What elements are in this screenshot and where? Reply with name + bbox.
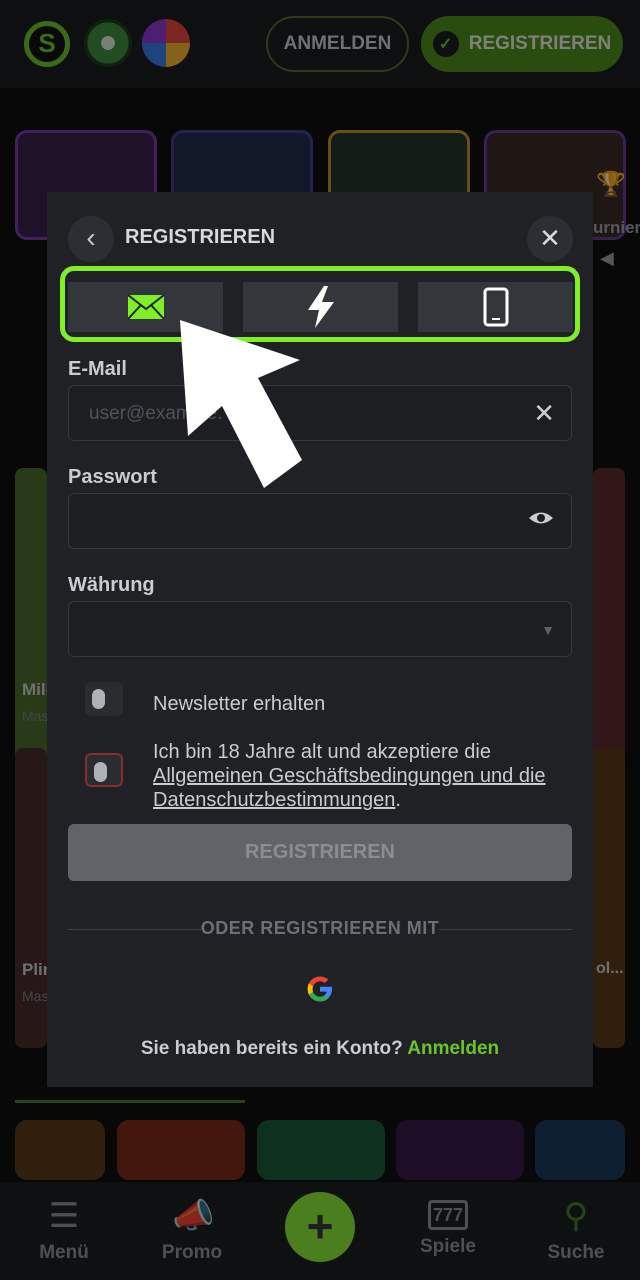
password-field[interactable] [68, 493, 572, 549]
email-field[interactable]: user@example. ✕ [68, 385, 572, 441]
terms-toggle[interactable] [85, 753, 123, 787]
modal-title: REGISTRIEREN [125, 226, 276, 248]
currency-select[interactable]: ▼ [68, 601, 572, 657]
chevron-left-icon: ‹ [86, 222, 96, 253]
lightning-icon [307, 286, 334, 328]
terms-suffix: . [395, 789, 401, 811]
register-modal: ‹ REGISTRIEREN ✕ E-Mail user@example. ✕ … [47, 192, 593, 1087]
password-label: Passwort [68, 466, 157, 488]
tab-phone[interactable] [418, 282, 573, 332]
divider-right [439, 929, 572, 930]
currency-label: Währung [68, 574, 155, 596]
clear-icon[interactable]: ✕ [533, 398, 555, 429]
back-button[interactable]: ‹ [68, 216, 114, 262]
newsletter-label: Newsletter erhalten [153, 693, 326, 715]
register-submit-button[interactable]: REGISTRIEREN [68, 824, 572, 881]
pointer-arrow-icon [180, 320, 302, 488]
envelope-icon [126, 294, 165, 320]
terms-prefix: Ich bin 18 Jahre alt und akzeptiere die [153, 741, 491, 763]
close-icon: ✕ [539, 223, 561, 253]
login-prompt: Sie haben bereits ein Konto? Anmelden [47, 1038, 593, 1060]
phone-icon [483, 287, 508, 327]
privacy-link[interactable]: Datenschutzbestimmungen [153, 789, 395, 811]
newsletter-toggle[interactable] [85, 682, 123, 716]
close-button[interactable]: ✕ [527, 216, 573, 262]
plus-icon[interactable]: + [285, 1192, 355, 1262]
chevron-down-icon: ▼ [541, 622, 555, 638]
eye-icon[interactable] [527, 504, 555, 539]
email-label: E-Mail [68, 358, 127, 380]
login-link[interactable]: Anmelden [407, 1038, 499, 1059]
google-icon[interactable] [305, 974, 335, 1004]
terms-text: Ich bin 18 Jahre alt und akzeptiere die … [153, 740, 573, 812]
login-prompt-text: Sie haben bereits ein Konto? [140, 1038, 403, 1059]
terms-link[interactable]: Allgemeinen Geschäftsbedingungen und die [153, 765, 546, 787]
